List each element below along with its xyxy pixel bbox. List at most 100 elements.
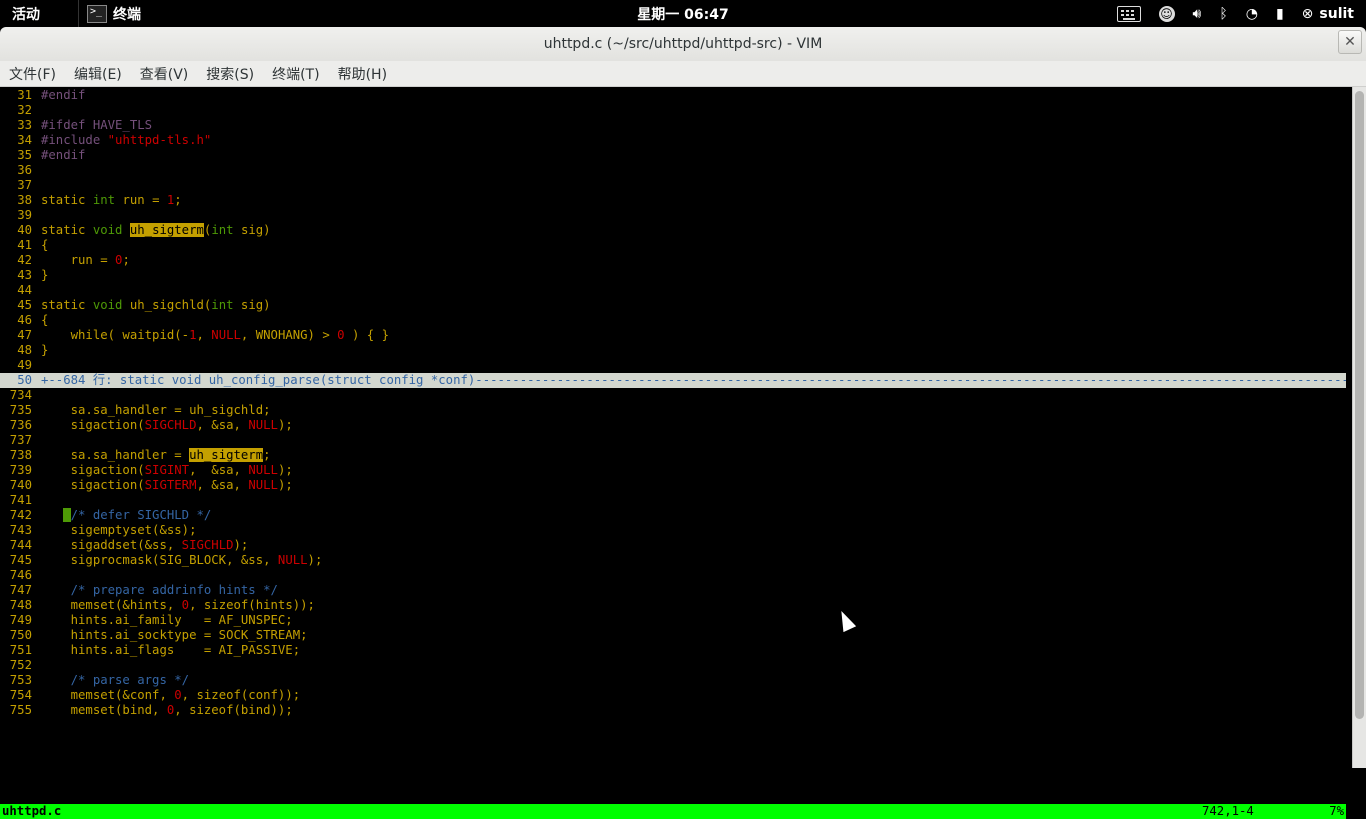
code-token: SIGINT [144, 463, 190, 477]
code-line[interactable]: 43} [0, 268, 1352, 283]
app-menu[interactable]: >_ 终端 [78, 0, 149, 27]
line-number: 48 [17, 343, 32, 357]
code-line[interactable]: 739 sigaction(SIGINT, &sa, NULL); [0, 463, 1352, 478]
code-line[interactable]: 734 [0, 388, 1352, 403]
line-number: 49 [17, 358, 32, 372]
menu-terminal[interactable]: 终端(T) [263, 64, 328, 84]
code-line[interactable]: 45 static void uh_sigchld(int sig) [0, 298, 1352, 313]
terminal-scrollbar[interactable] [1352, 87, 1366, 768]
code-line[interactable]: 748 memset(&hints, 0, sizeof(hints)); [0, 598, 1352, 613]
code-token: sa.sa_handler = uh_sigchld; [41, 403, 271, 417]
line-number: 745 [9, 553, 32, 567]
code-line[interactable]: 33 #ifdef HAVE_TLS [0, 118, 1352, 133]
code-token: , [196, 328, 212, 342]
keyboard-icon[interactable] [1116, 5, 1141, 22]
code-line[interactable]: 35 #endif [0, 148, 1352, 163]
menu-help[interactable]: 帮助(H) [329, 64, 396, 84]
line-number: 32 [17, 103, 32, 117]
battery-icon[interactable]: ▮ [1276, 6, 1284, 22]
code-token: sigaction( [41, 478, 145, 492]
code-line[interactable]: 49 [0, 358, 1352, 373]
code-line[interactable]: 744 sigaddset(&ss, SIGCHLD); [0, 538, 1352, 553]
code-token: NULL [248, 478, 278, 492]
code-line[interactable]: 39 [0, 208, 1352, 223]
code-line[interactable]: 47 while( waitpid(-1, NULL, WNOHANG) > 0… [0, 328, 1352, 343]
code-line[interactable]: 743 sigemptyset(&ss); [0, 523, 1352, 538]
code-token: { [41, 238, 49, 252]
code-line[interactable]: 31 #endif [0, 88, 1352, 103]
code-line[interactable]: 740 sigaction(SIGTERM, &sa, NULL); [0, 478, 1352, 493]
code-line[interactable]: 751 hints.ai_flags = AI_PASSIVE; [0, 643, 1352, 658]
code-line[interactable]: 741 [0, 493, 1352, 508]
menu-edit[interactable]: 编辑(E) [65, 64, 131, 84]
line-number: 742 [9, 508, 32, 522]
code-line[interactable]: 737 [0, 433, 1352, 448]
wifi-icon[interactable]: ◔ [1246, 6, 1258, 22]
volume-icon[interactable]: 🔊︎ [1193, 6, 1202, 22]
code-line[interactable]: 753 /* parse args */ [0, 673, 1352, 688]
code-token: , &sa, [196, 478, 249, 492]
activities-button[interactable]: 活动 [12, 4, 40, 24]
menu-search[interactable]: 搜索(S) [197, 64, 263, 84]
close-button[interactable]: ✕ [1338, 30, 1362, 54]
line-number: 755 [9, 703, 32, 717]
window-titlebar[interactable]: uhttpd.c (~/src/uhttpd/uhttpd-src) - VIM… [0, 27, 1366, 61]
code-line[interactable]: 41 { [0, 238, 1352, 253]
code-line[interactable]: 42 run = 0; [0, 253, 1352, 268]
code-line[interactable]: 736 sigaction(SIGCHLD, &sa, NULL); [0, 418, 1352, 433]
code-token: uh_sigterm [129, 223, 204, 237]
line-number: 748 [9, 598, 32, 612]
code-line[interactable]: 750 hints.ai_socktype = SOCK_STREAM; [0, 628, 1352, 643]
code-token: sigemptyset(&ss); [41, 523, 197, 537]
line-number: 741 [9, 493, 32, 507]
code-line[interactable]: 742 /* defer SIGCHLD */ [0, 508, 1352, 523]
line-number: 35 [17, 148, 32, 162]
code-token: uh_sigchld( [129, 298, 212, 312]
code-line[interactable]: 752 [0, 658, 1352, 673]
code-token: , sizeof(hints)); [189, 598, 315, 612]
line-number: 737 [9, 433, 32, 447]
code-line[interactable]: 34 #include "uhttpd-tls.h" [0, 133, 1352, 148]
code-line[interactable]: 754 memset(&conf, 0, sizeof(conf)); [0, 688, 1352, 703]
bluetooth-icon[interactable]: ᛒ [1219, 6, 1227, 22]
code-line[interactable]: 38 static int run = 1; [0, 193, 1352, 208]
user-menu[interactable]: ⊗ sulit [1302, 6, 1354, 22]
code-line[interactable]: 746 [0, 568, 1352, 583]
line-number: 747 [9, 583, 32, 597]
line-number: 33 [17, 118, 32, 132]
code-line[interactable]: 36 [0, 163, 1352, 178]
fold-line[interactable]: 50 +--684 行: static void uh_config_parse(… [0, 373, 1346, 388]
code-token: ); [233, 538, 249, 552]
code-line[interactable]: 749 hints.ai_family = AF_UNSPEC; [0, 613, 1352, 628]
line-number: 744 [9, 538, 32, 552]
code-line[interactable]: 747 /* prepare addrinfo hints */ [0, 583, 1352, 598]
code-line[interactable]: 735 sa.sa_handler = uh_sigchld; [0, 403, 1352, 418]
code-line[interactable]: 32 [0, 103, 1352, 118]
code-line[interactable]: 46 { [0, 313, 1352, 328]
user-name: sulit [1319, 5, 1354, 22]
code-token: sigaddset(&ss, [41, 538, 182, 552]
code-line[interactable]: 37 [0, 178, 1352, 193]
code-token: ); [277, 463, 293, 477]
code-line[interactable]: 755 memset(bind, 0, sizeof(bind)); [0, 703, 1352, 718]
line-number: 43 [17, 268, 32, 282]
code-line[interactable]: 40 static void uh_sigterm(int sig) [0, 223, 1352, 238]
accessibility-icon[interactable]: ☺ [1158, 5, 1175, 22]
line-number: 38 [17, 193, 32, 207]
code-token: SIGTERM [144, 478, 197, 492]
line-number: 42 [17, 253, 32, 267]
code-token: hints.ai_family = AF_UNSPEC; [41, 613, 293, 627]
code-line[interactable]: 48} [0, 343, 1352, 358]
status-percent: 7% [1329, 804, 1344, 818]
clock[interactable]: 星期一 06:47 [637, 7, 728, 23]
code-token: hints.ai_socktype = SOCK_STREAM; [41, 628, 308, 642]
scrollbar-thumb[interactable] [1355, 91, 1364, 719]
code-line[interactable]: 745 sigprocmask(SIG_BLOCK, &ss, NULL); [0, 553, 1352, 568]
menu-file[interactable]: 文件(F) [0, 64, 65, 84]
menu-view[interactable]: 查看(V) [131, 64, 198, 84]
line-number: 39 [17, 208, 32, 222]
code-line[interactable]: 738 sa.sa_handler = uh_sigterm; [0, 448, 1352, 463]
terminal-area[interactable]: 31 #endif 32 33 #ifdef HAVE_TLS 34 #include "u… [0, 87, 1352, 819]
code-line[interactable]: 44 [0, 283, 1352, 298]
